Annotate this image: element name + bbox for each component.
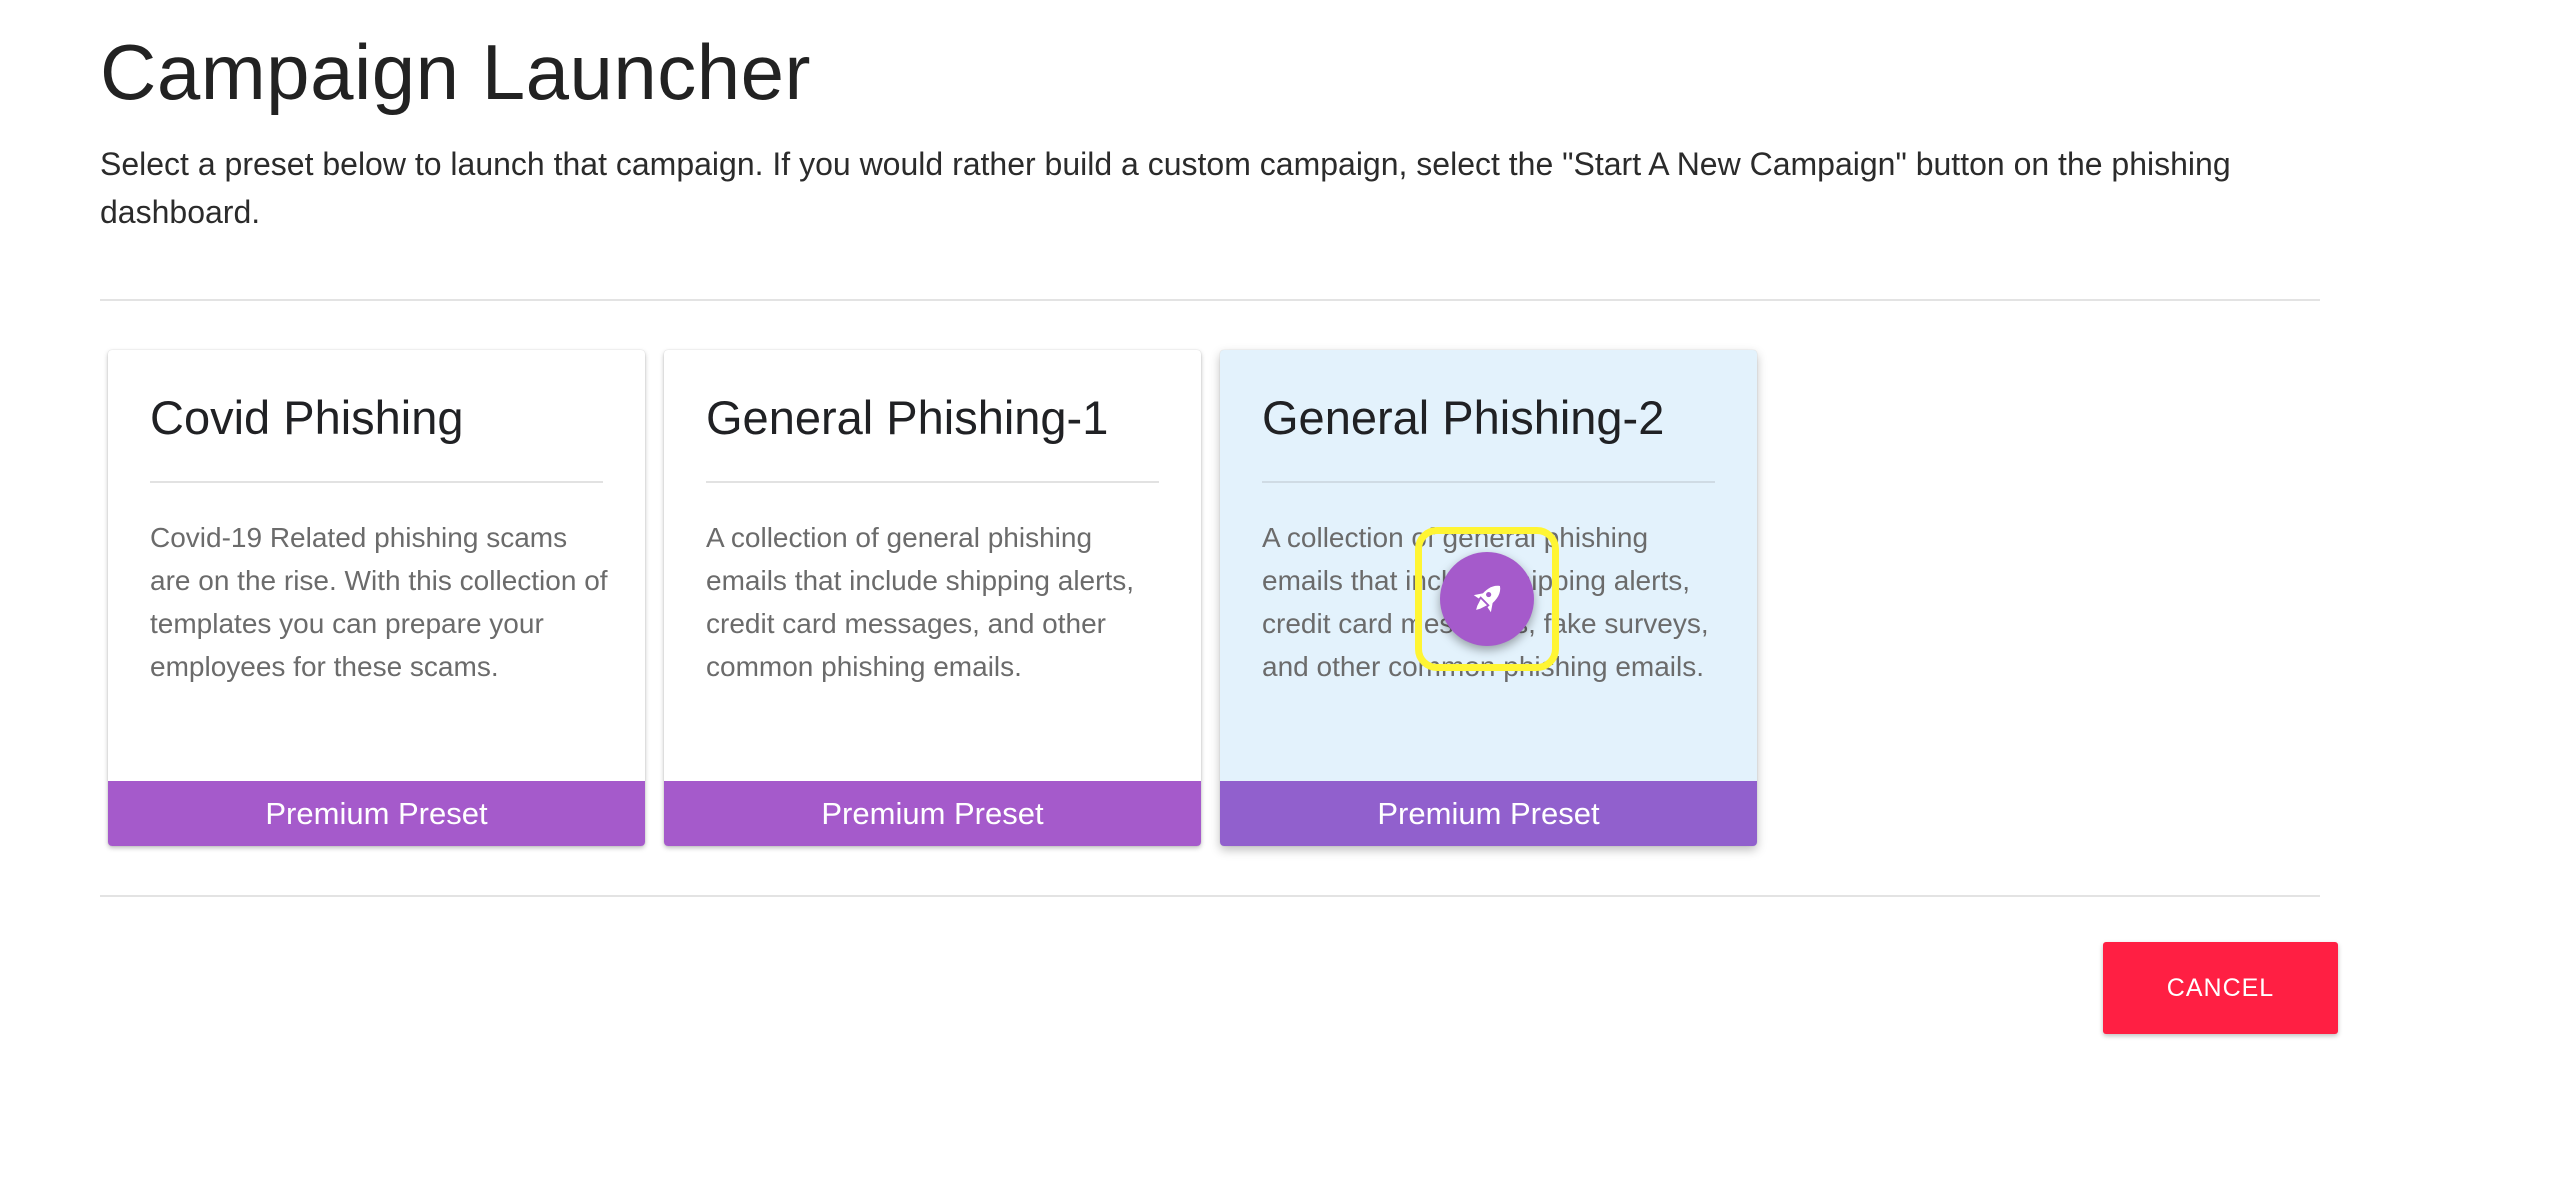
bottom-divider <box>100 895 2320 897</box>
card-divider <box>706 481 1159 483</box>
premium-preset-label[interactable]: Premium Preset <box>1220 781 1757 846</box>
card-divider <box>150 481 603 483</box>
rocket-icon <box>1473 585 1501 613</box>
preset-card-description: A collection of general phishing emails … <box>706 522 1135 682</box>
campaign-launcher-page: Campaign Launcher Select a preset below … <box>0 0 2554 1184</box>
preset-card-description: Covid-19 Related phishing scams are on t… <box>150 522 608 682</box>
preset-card-title: General Phishing-2 <box>1262 391 1665 444</box>
preset-card-title: General Phishing-1 <box>706 391 1109 444</box>
launch-campaign-button[interactable] <box>1440 552 1534 646</box>
premium-preset-label[interactable]: Premium Preset <box>108 781 645 846</box>
preset-card-title: Covid Phishing <box>150 391 464 444</box>
card-divider <box>1262 481 1715 483</box>
top-divider <box>100 299 2320 301</box>
cancel-button[interactable]: CANCEL <box>2103 942 2338 1034</box>
preset-card-covid-phishing[interactable]: Covid Phishing Covid-19 Related phishing… <box>108 350 645 846</box>
page-title: Campaign Launcher <box>100 28 811 116</box>
page-description: Select a preset below to launch that cam… <box>100 146 2231 230</box>
premium-preset-label[interactable]: Premium Preset <box>664 781 1201 846</box>
preset-card-general-phishing-1[interactable]: General Phishing-1 A collection of gener… <box>664 350 1201 846</box>
